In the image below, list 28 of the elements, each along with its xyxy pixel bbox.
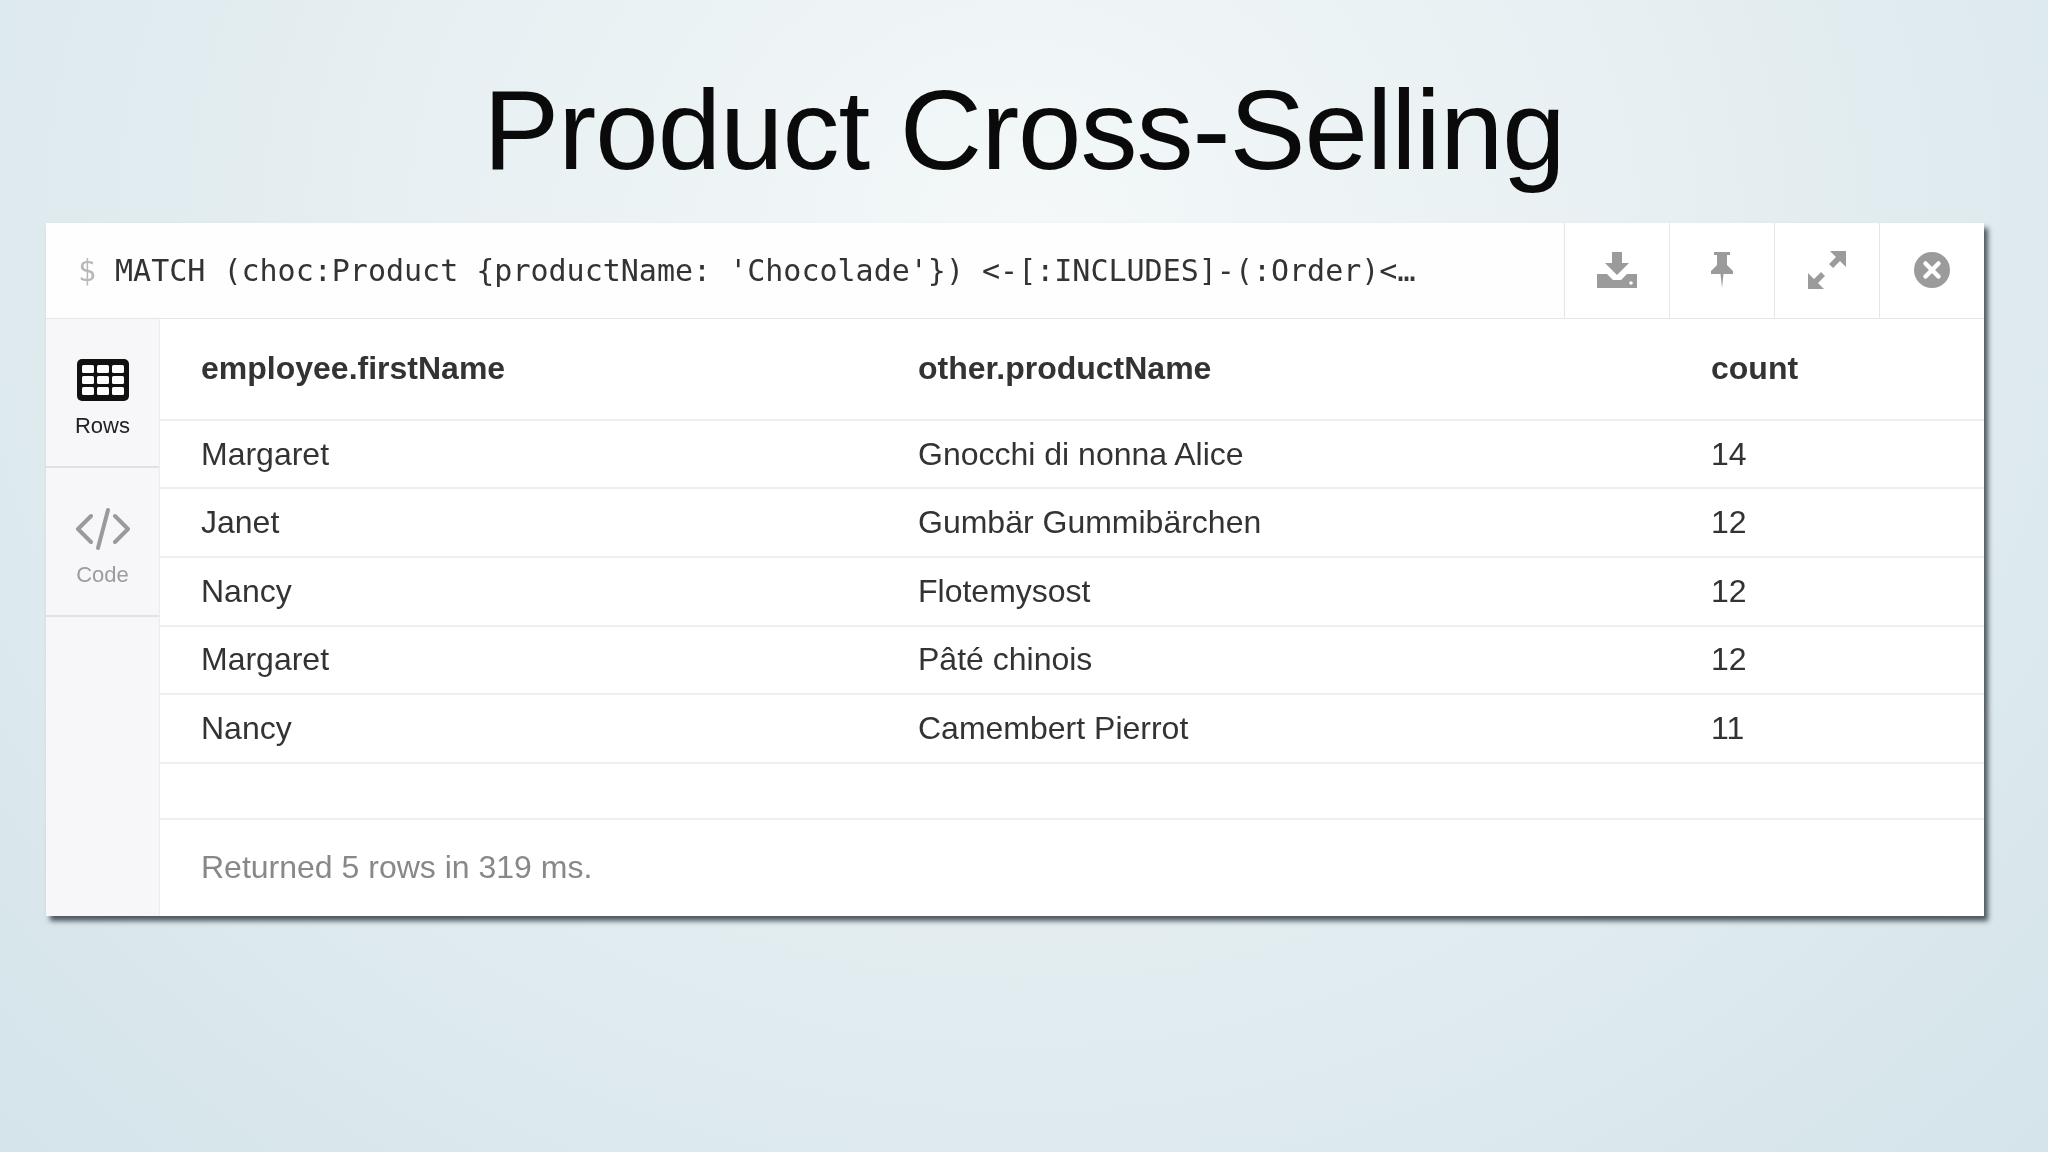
code-icon (74, 507, 131, 550)
table-cell: Janet (160, 489, 877, 558)
query-text[interactable]: MATCH (choc:Product {productName: 'Chocolade'}) <-[:INCLUDES]-(:Order)<… (115, 252, 1416, 288)
table-icon (76, 358, 129, 401)
column-header[interactable]: count (1670, 318, 1984, 421)
column-header[interactable]: other.productName (877, 318, 1670, 421)
download-icon (1597, 252, 1637, 289)
slide-title: Product Cross-Selling (482, 65, 1566, 195)
table-cell: Pâté chinois (877, 626, 1670, 696)
table-cell: 12 (1670, 558, 1984, 627)
table-cell: Gnocchi di nonna Alice (877, 420, 1670, 490)
table-cell: Margaret (160, 626, 877, 696)
table-cell: Nancy (160, 695, 877, 764)
close-icon (1914, 252, 1950, 289)
view-tab[interactable]: Rows (46, 318, 159, 468)
prompt-symbol: $ (78, 252, 97, 288)
column-header[interactable]: employee.firstName (160, 318, 877, 421)
table-cell: 11 (1670, 695, 1984, 764)
table-cell: 14 (1670, 420, 1984, 490)
status-text: Returned 5 rows in 319 ms. (201, 849, 593, 887)
table-cell: 12 (1670, 489, 1984, 558)
table-cell: Nancy (160, 558, 877, 627)
expand-icon (1808, 251, 1846, 290)
table-cell: Gumbär Gummibärchen (877, 489, 1670, 558)
table-cell: 12 (1670, 626, 1984, 696)
table-cell: Margaret (160, 420, 877, 490)
table-cell: Flotemysost (877, 558, 1670, 627)
table-cell: Camembert Pierrot (877, 695, 1670, 764)
